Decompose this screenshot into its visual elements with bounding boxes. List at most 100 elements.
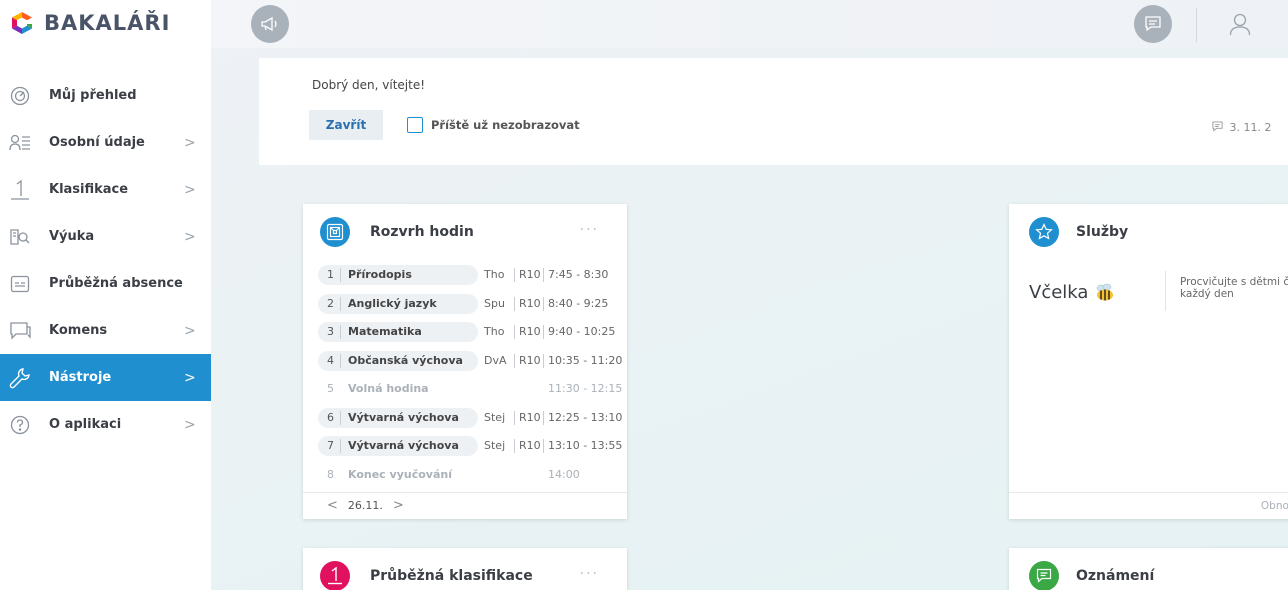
timetable-icon: [326, 223, 344, 241]
vcelka-label: Včelka: [1029, 282, 1089, 303]
user-menu-button[interactable]: [1221, 5, 1259, 43]
lesson-time: 8:40 - 9:25: [548, 296, 609, 310]
lesson-number: 4: [327, 353, 334, 367]
wrench-icon: [8, 366, 32, 390]
notices-icon-badge: [1029, 561, 1059, 590]
close-button[interactable]: Zavřít: [309, 110, 383, 140]
schedule-card: Rozvrh hodin ··· 1 Přírodopis Tho R10 7:45 -…: [303, 204, 627, 519]
current-date: 26.11.: [347, 499, 383, 512]
topbar-divider: [1196, 8, 1197, 42]
card-header: Rozvrh hodin ···: [303, 204, 627, 258]
card-header: Služby: [1009, 204, 1288, 258]
schedule-row[interactable]: 7 Výtvarná výchova Stej R10 13:10 - 13:55: [318, 436, 622, 456]
description-line: Procvičujte s dětmi č: [1180, 276, 1288, 288]
chevron-right-icon: >: [184, 228, 196, 245]
announcements-button[interactable]: [251, 5, 289, 43]
lesson-number: 1: [327, 268, 334, 281]
lesson-number: 8: [327, 467, 334, 481]
card-title: Průběžná klasifikace: [370, 568, 533, 584]
grade-one-icon: [328, 567, 342, 585]
message-icon: [1145, 16, 1161, 32]
subject-name: Občanská výchova: [348, 353, 463, 367]
lesson-time: 7:45 - 8:30: [548, 268, 609, 281]
date-navigation: < 26.11. >: [327, 498, 404, 513]
separator: [340, 410, 341, 425]
room: R10: [519, 353, 541, 367]
sidebar-item-prubezna-absence[interactable]: Průběžná absence: [0, 260, 211, 307]
teacher-abbr: Tho: [484, 268, 505, 281]
card-header: Oznámení: [1009, 548, 1288, 590]
teacher-abbr: DvA: [484, 353, 507, 367]
main-content: Dobrý den, vítejte! Zavřít Příště už nez…: [211, 0, 1288, 590]
sidebar-item-vyuka[interactable]: Výuka >: [0, 213, 211, 260]
sidebar-item-muj-prehled[interactable]: Můj přehled: [0, 72, 211, 119]
dont-show-again-checkbox[interactable]: Příště už nezobrazovat: [407, 117, 580, 133]
book-search-icon: [8, 225, 32, 249]
megaphone-icon: [261, 16, 277, 32]
chevron-right-icon: >: [184, 322, 196, 339]
absence-card-icon: [8, 272, 32, 296]
lesson-number: 3: [327, 325, 334, 338]
refresh-link[interactable]: Obnovit s: [1261, 500, 1288, 512]
sidebar: BAKALÁŘI Můj přehled Osobní údaje > Klas…: [0, 0, 211, 590]
lesson-number: 7: [327, 439, 334, 452]
sidebar-item-nastroje[interactable]: Nástroje >: [0, 354, 211, 401]
lesson-time: 11:30 - 12:15: [548, 382, 623, 395]
vcelka-link[interactable]: Včelka: [1029, 282, 1116, 303]
teacher-abbr: Tho: [484, 325, 505, 338]
sidebar-item-label: Výuka: [49, 229, 95, 244]
next-day-button[interactable]: >: [393, 498, 404, 513]
sidebar-nav: Můj přehled Osobní údaje > Klasifikace >…: [0, 72, 211, 448]
services-icon-badge: [1029, 217, 1059, 247]
sidebar-item-komens[interactable]: Komens >: [0, 307, 211, 354]
messages-button[interactable]: [1134, 5, 1172, 43]
room: R10: [519, 268, 541, 281]
sidebar-item-label: Komens: [49, 323, 108, 338]
separator: [340, 296, 341, 311]
subject-name: Matematika: [348, 325, 422, 338]
subject-name: Volná hodina: [348, 382, 429, 395]
person-list-icon: [8, 131, 32, 155]
bee-icon: [1097, 283, 1114, 300]
lesson-time: 13:10 - 13:55: [548, 439, 623, 452]
separator: [514, 353, 515, 368]
lesson-time: 9:40 - 10:25: [548, 325, 616, 338]
sidebar-item-klasifikace[interactable]: Klasifikace >: [0, 166, 211, 213]
separator: [514, 296, 515, 311]
app-logo[interactable]: BAKALÁŘI: [10, 8, 170, 38]
schedule-row[interactable]: 5 Volná hodina 11:30 - 12:15: [318, 379, 622, 399]
subject-name: Konec vyučování: [348, 467, 452, 481]
schedule-row[interactable]: 1 Přírodopis Tho R10 7:45 - 8:30: [318, 265, 618, 285]
schedule-row[interactable]: 3 Matematika Tho R10 9:40 - 10:25: [318, 322, 618, 342]
question-circle-icon: [8, 413, 32, 437]
checkbox[interactable]: [407, 117, 423, 133]
speedometer-icon: [8, 84, 32, 108]
chevron-right-icon: >: [184, 369, 196, 386]
bakalari-logo-icon: [12, 12, 32, 34]
separator: [543, 325, 544, 339]
schedule-row[interactable]: 4 Občanská výchova DvA R10 10:35 - 11:20: [318, 350, 622, 371]
schedule-row[interactable]: 8 Konec vyučování 14:00: [318, 465, 618, 485]
welcome-banner: Dobrý den, vítejte! Zavřít Příště už nez…: [259, 58, 1288, 165]
sidebar-item-o-aplikaci[interactable]: O aplikaci >: [0, 401, 211, 448]
schedule-row[interactable]: 2 Anglický jazyk Spu R10 8:40 - 9:25: [318, 293, 618, 314]
prev-day-button[interactable]: <: [327, 498, 338, 513]
schedule-row[interactable]: 6 Výtvarná výchova Stej R10 12:25 - 13:10: [318, 407, 622, 428]
card-menu-button[interactable]: ···: [580, 222, 599, 238]
room: R10: [519, 439, 541, 452]
teacher-abbr: Spu: [484, 296, 505, 310]
chat-icon: [8, 319, 32, 343]
lesson-number: 2: [327, 296, 334, 310]
card-footer: < 26.11. >: [303, 492, 627, 519]
services-card: Služby Včelka Procvičujte s dětmi č každ…: [1009, 204, 1288, 519]
subject-name: Přírodopis: [348, 268, 412, 281]
separator: [514, 439, 515, 453]
separator: [514, 410, 515, 425]
chevron-right-icon: >: [184, 181, 196, 198]
subject-name: Výtvarná výchova: [348, 439, 459, 452]
sidebar-item-osobni-udaje[interactable]: Osobní údaje >: [0, 119, 211, 166]
vcelka-description: Procvičujte s dětmi č každý den: [1180, 276, 1288, 300]
card-menu-button[interactable]: ···: [580, 566, 599, 582]
separator: [543, 353, 544, 368]
teacher-abbr: Stej: [484, 439, 506, 452]
